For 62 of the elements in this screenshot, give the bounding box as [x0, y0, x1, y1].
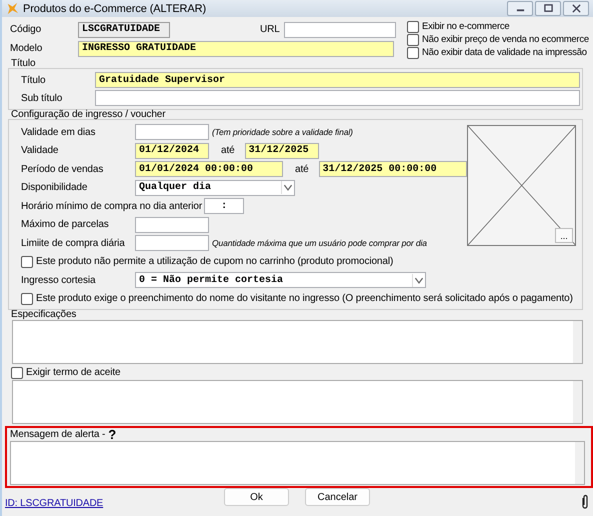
input-field[interactable] — [135, 124, 209, 140]
field-label: Horário mínimo de compra no dia anterior — [21, 200, 204, 212]
ok-button[interactable]: Ok — [224, 488, 289, 506]
field-label: Título — [21, 74, 46, 86]
input-field[interactable]: 31/12/2025 00:00:00 — [318, 161, 467, 178]
id-link[interactable]: ID: LSCGRATUIDADE — [5, 498, 224, 509]
checkbox[interactable] — [11, 366, 23, 378]
field-label: Máximo de parcelas — [21, 219, 110, 230]
caret-icon — [281, 181, 294, 194]
input-field[interactable] — [135, 216, 209, 233]
caret-icon — [412, 274, 425, 287]
field-label: Validade — [21, 145, 60, 156]
input-field[interactable] — [135, 235, 209, 252]
field-label: URL — [260, 24, 281, 35]
paperclip-icon[interactable] — [581, 494, 589, 510]
window-title: Produtos do e-Commerce (ALTERAR) — [23, 2, 206, 14]
hint-text: (Tem prioridade sobre a validade final) — [212, 127, 353, 138]
checkbox[interactable] — [21, 256, 33, 268]
hint-text: Quantidade máxima que um usuário pode comprar por dia — [212, 238, 427, 248]
field-label: Modelo — [9, 43, 44, 54]
group-title: Título — [11, 59, 36, 68]
field-label: Sub título — [21, 92, 64, 104]
checkbox-label: Exigir termo de aceite — [26, 367, 121, 378]
range-separator: até — [221, 145, 235, 156]
input-field[interactable]: 01/12/2024 — [135, 142, 209, 159]
text-field[interactable] — [95, 90, 580, 106]
group-title: Configuração de ingresso / voucher — [11, 110, 166, 119]
field-label: Mensagem de alerta - — [10, 429, 106, 440]
url-field[interactable] — [284, 22, 396, 38]
input-field[interactable]: 31/12/2025 — [244, 142, 319, 159]
checkbox-label: Este produto não permite a utilização de cupom no carrinho (produto promocional) — [36, 256, 394, 268]
field-label: Validade em dias — [21, 126, 96, 138]
help-icon[interactable]: ? — [108, 427, 116, 442]
close-icon — [572, 4, 580, 13]
dropdown[interactable]: Qualquer dia — [135, 180, 295, 196]
field-label: Período de vendas — [21, 164, 104, 175]
maximize-button[interactable] — [535, 1, 561, 16]
input-field[interactable]: 01/01/2024 00:00:00 — [135, 161, 283, 178]
checkbox-label: Não exibir preço de venda no ecommerce — [422, 34, 589, 45]
checkbox-label: Este produto exige o preenchimento do nome do visitante no ingresso (O preenchimento será solicitado após o pagamento) — [36, 293, 573, 304]
checkbox[interactable] — [407, 46, 419, 58]
field-label: Disponibilidade — [21, 182, 88, 194]
close-button[interactable] — [563, 1, 589, 16]
checkbox-label: Exibir no e-commerce — [422, 21, 510, 32]
checkbox-label: Não exibir data de validade na impressão — [422, 47, 587, 58]
field-label: Especificações — [11, 310, 78, 319]
field-label: Código — [9, 24, 42, 35]
checkbox[interactable] — [407, 34, 419, 46]
input-field[interactable]: : — [204, 198, 244, 214]
text-field[interactable]: Gratuidade Supervisor — [95, 72, 580, 88]
checkbox[interactable] — [407, 20, 419, 32]
field-label: Limiite de compra diária — [21, 238, 126, 249]
star-icon — [6, 2, 19, 15]
checkbox[interactable] — [21, 292, 33, 305]
minimize-button[interactable] — [507, 1, 533, 16]
range-separator: até — [295, 164, 309, 175]
maximize-icon — [544, 4, 552, 13]
cancel-button[interactable]: Cancelar — [305, 488, 370, 506]
dropdown[interactable]: 0 = Não permite cortesia — [135, 272, 426, 288]
browse-button[interactable]: ... — [555, 228, 573, 243]
model-field[interactable]: INGRESSO GRATUIDADE — [78, 40, 394, 56]
field-label: Ingresso cortesia — [21, 274, 96, 286]
